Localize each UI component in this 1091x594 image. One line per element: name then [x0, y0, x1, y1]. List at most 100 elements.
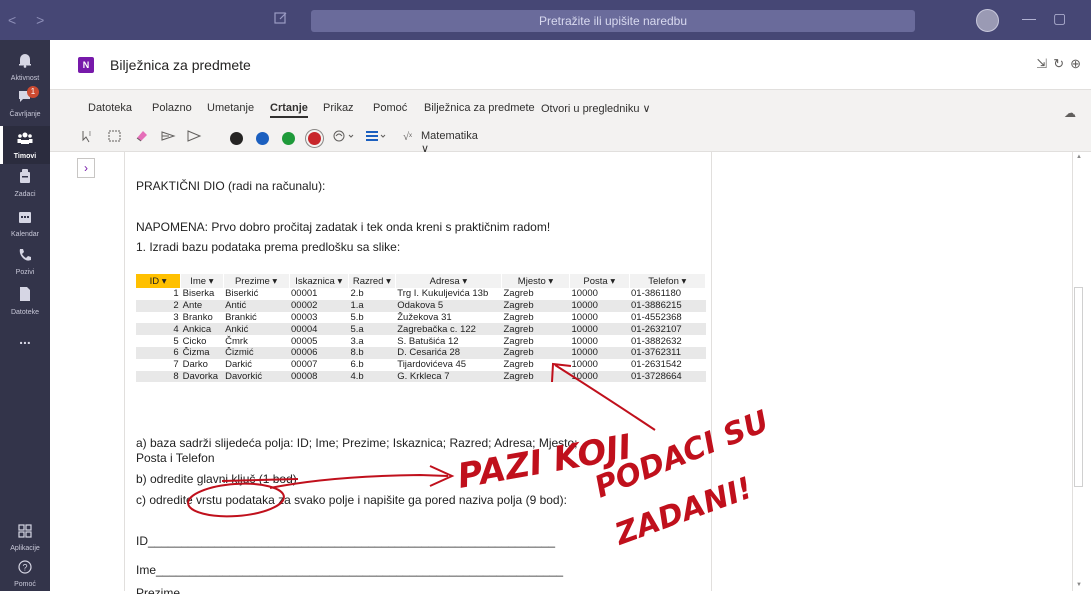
refresh-icon[interactable]: ↻ [1053, 56, 1070, 71]
tab-crtanje[interactable]: Crtanje [270, 102, 308, 118]
table-cell: Darkić [225, 359, 253, 371]
question-a[interactable]: a) baza sadrži slijedeća polja: ID; Ime;… [136, 436, 578, 450]
table-cell: Zagreb [503, 311, 534, 323]
pen-tool-icon[interactable] [160, 128, 176, 147]
rail-label: Zadaci [14, 191, 36, 198]
scroll-up-arrow[interactable]: ▲ [1076, 154, 1082, 160]
tab-polazno[interactable]: Polazno [152, 102, 192, 114]
table-cell: 01-3728664 [629, 370, 706, 383]
app-rail: Aktivnost 1 Čavrljanje Timovi Zadaci Kal… [0, 40, 50, 591]
table-cell: 10000 [571, 288, 598, 300]
rail-label: Aplikacije [10, 545, 40, 552]
table-cell: Zagreb [501, 323, 570, 336]
pen-color-blue[interactable] [256, 132, 269, 145]
table-cell: D. Cesarića 28 [395, 346, 502, 359]
rail-item-activity[interactable]: Aktivnost [0, 52, 50, 86]
rail-item-help[interactable]: ? Pomoć [0, 560, 50, 592]
question-c[interactable]: c) odredite vrstu podataka za svako polj… [136, 493, 567, 507]
table-cell: Zagreb [503, 359, 534, 371]
highlighter-tool-icon[interactable] [186, 128, 202, 147]
rail-item-assignments[interactable]: Zadaci [0, 168, 50, 202]
table-cell: 2.b [350, 288, 364, 300]
pen-color-red[interactable] [308, 132, 321, 145]
answer-field-ime[interactable]: Ime_____________________________________… [136, 563, 563, 577]
table-cell: 01-2632107 [629, 323, 706, 336]
rail-label: Aktivnost [10, 75, 40, 82]
table-cell: 6.b [350, 359, 364, 371]
back-forward-nav[interactable]: < > [8, 12, 52, 28]
rail-item-calls[interactable]: Pozivi [0, 248, 50, 282]
rail-label: Čavrljanje [9, 111, 41, 118]
tab-pomoc[interactable]: Pomoć [373, 102, 407, 114]
table-cell: 1 [173, 288, 179, 300]
answer-field-prezime[interactable]: Prezime [136, 586, 180, 594]
tab-biljeznica[interactable]: Bilježnica za predmete [424, 102, 535, 114]
lasso-select-icon[interactable] [107, 128, 123, 147]
rail-item-calendar[interactable]: Kalendar [0, 210, 50, 244]
note-warning[interactable]: NAPOMENA: Prvo dobro pročitaj zadatak i … [136, 220, 550, 234]
pen-color-green[interactable] [282, 132, 295, 145]
table-cell: 4 [136, 323, 181, 336]
answer-field-id[interactable]: ID______________________________________… [136, 534, 555, 548]
question-a-continued[interactable]: Posta i Telefon [136, 451, 215, 465]
note-task[interactable]: 1. Izradi bazu podataka prema predlošku … [136, 240, 400, 254]
user-avatar[interactable] [976, 9, 999, 32]
app-header: N Bilježnica za predmete ⇲↻⊕ [50, 40, 1091, 90]
tab-umetanje[interactable]: Umetanje [207, 102, 254, 114]
table-header-cell: Posta ▾ [569, 274, 630, 288]
table-cell: G. Krkleca 7 [395, 370, 502, 383]
table-cell: 7 [173, 359, 179, 371]
rail-item-more[interactable]: ... [0, 330, 50, 350]
table-cell: Ankić [223, 323, 289, 336]
compose-icon[interactable] [274, 11, 290, 27]
collapse-icon[interactable]: ⇲ [1036, 56, 1053, 71]
bell-icon [0, 52, 50, 73]
rail-item-chat[interactable]: 1 Čavrljanje [0, 86, 50, 122]
table-cell: Ante [180, 299, 224, 312]
table-cell: 01-3886215 [629, 299, 706, 312]
table-cell: 10000 [571, 359, 598, 371]
maximize-button[interactable]: ▢ [1053, 10, 1066, 27]
table-cell: 2 [136, 299, 181, 312]
expand-nav-button[interactable]: › [77, 158, 95, 178]
scrollbar-thumb[interactable] [1074, 287, 1083, 487]
question-b[interactable]: b) odredite glavni ključ (1 bod) [136, 472, 297, 486]
eraser-icon[interactable] [134, 128, 150, 147]
math-icon[interactable]: √ x [402, 128, 418, 147]
ink-effects-icon[interactable] [332, 128, 356, 147]
table-cell: Zagreb [501, 346, 570, 359]
table-row: 2 Ante Antić 00002 1.a Odakova 5 Zagreb 10000 01… [136, 299, 706, 312]
rail-item-teams[interactable]: Timovi [0, 126, 50, 164]
rail-item-apps[interactable]: Aplikacije [0, 524, 50, 556]
ribbon: Datoteka Polazno Umetanje Crtanje Prikaz… [50, 90, 1091, 155]
rail-label: Pomoć [14, 581, 36, 588]
sync-status-icon: ☁ [1064, 106, 1076, 120]
note-heading[interactable]: PRAKTIČNI DIO (radi na računalu): [136, 179, 325, 193]
unread-badge: 1 [27, 86, 39, 98]
page-canvas: › ▲ ▼ PRAKTIČNI DIO (radi na računalu): … [50, 152, 1091, 594]
table-cell: Zagreb [501, 370, 570, 383]
table-cell: Antić [223, 299, 289, 312]
minimize-button[interactable]: — [1022, 10, 1036, 26]
svg-text:?: ? [22, 563, 27, 573]
table-cell: Odakova 5 [395, 299, 502, 312]
tab-datoteka[interactable]: Datoteka [88, 102, 132, 114]
type-select-icon[interactable]: I [80, 128, 96, 147]
table-cell: 10000 [569, 370, 629, 383]
pen-color-black[interactable] [230, 132, 243, 145]
search-input[interactable]: Pretražite ili upišite naredbu [311, 10, 915, 32]
table-cell: 5.b [350, 311, 364, 323]
rail-item-files[interactable]: Datoteke [0, 286, 50, 320]
apps-icon [0, 524, 50, 543]
table-row: 8 Davorka Davorkić 00008 4.b G. Krkleca 7 Zagr… [136, 370, 706, 383]
globe-icon[interactable]: ⊕ [1070, 56, 1087, 71]
line-style-icon[interactable] [365, 128, 389, 147]
table-cell: Zagrebačka c. 122 [395, 323, 502, 336]
table-cell: 01-4552368 [631, 311, 682, 323]
open-in-browser-button[interactable]: Otvori u pregledniku ∨ [541, 102, 651, 115]
scroll-down-arrow[interactable]: ▼ [1076, 582, 1082, 588]
tab-prikaz[interactable]: Prikaz [323, 102, 354, 114]
table-row: 1 Biserka Biserkić 00001 2.b Trg I. Kukuljevi… [136, 288, 706, 300]
table-row: 5 Cicko Čmrk 00005 3.a S. Batušića 12 Zagreb 10… [136, 335, 706, 347]
table-header-cell: Telefon ▾ [629, 274, 706, 288]
